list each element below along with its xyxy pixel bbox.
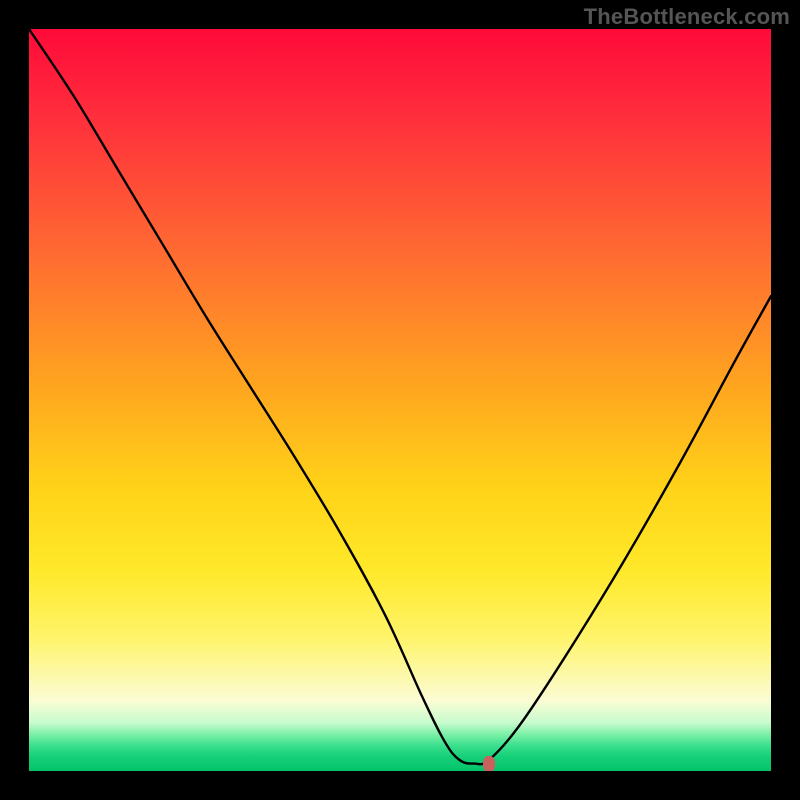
bottleneck-marker [483,756,495,771]
plot-area [29,29,771,771]
curve-svg [29,29,771,771]
bottleneck-curve [29,29,771,764]
watermark-text: TheBottleneck.com [584,4,790,30]
chart-frame: TheBottleneck.com [0,0,800,800]
